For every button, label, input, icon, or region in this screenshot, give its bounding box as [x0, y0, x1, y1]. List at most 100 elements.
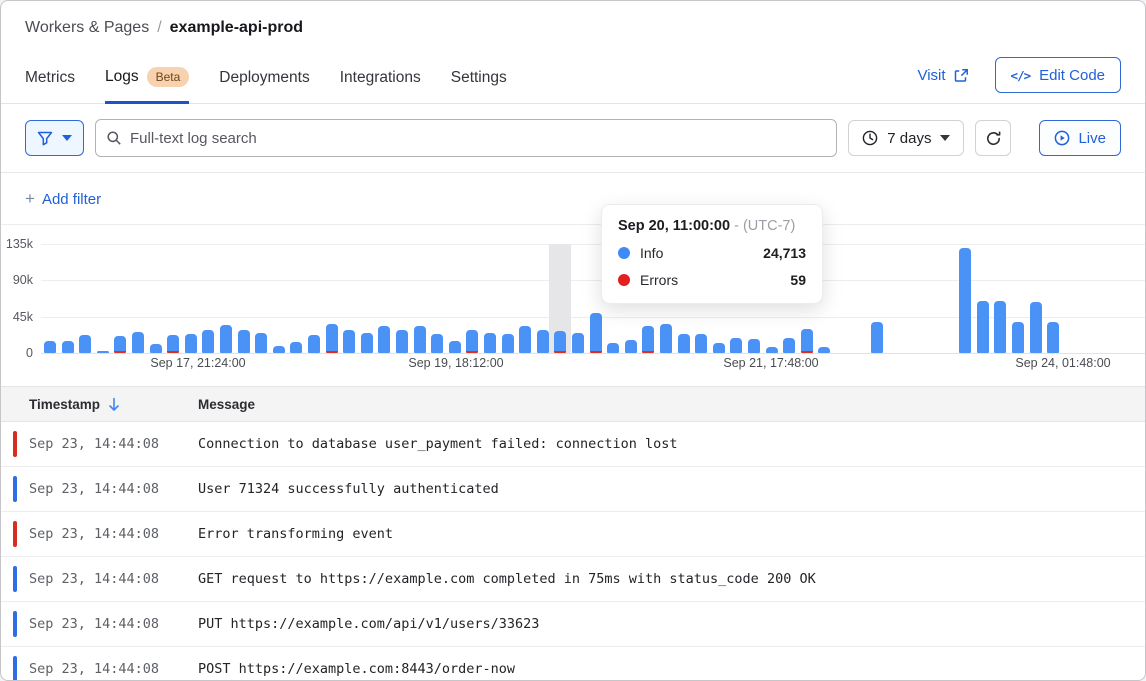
chart-bar[interactable]	[396, 330, 408, 353]
chart-bar[interactable]	[1030, 302, 1042, 353]
edit-code-button[interactable]: </> Edit Code	[995, 57, 1121, 93]
time-range-dropdown[interactable]: 7 days	[848, 120, 964, 156]
chevron-down-icon	[62, 135, 72, 141]
chart-bar[interactable]	[185, 334, 197, 353]
play-circle-icon	[1054, 130, 1070, 146]
chart-bar[interactable]	[730, 338, 742, 353]
chart-gridline	[41, 353, 1145, 354]
add-filter-button[interactable]: + Add filter	[1, 173, 1145, 225]
chart-bar[interactable]	[167, 335, 179, 353]
chart-bar[interactable]	[97, 351, 109, 353]
chart-bar[interactable]	[871, 322, 883, 353]
chart-bar[interactable]	[537, 330, 549, 353]
bar-error-segment	[590, 351, 602, 353]
chart-bar[interactable]	[801, 329, 813, 353]
chart-bar[interactable]	[308, 335, 320, 353]
bar-info-segment	[572, 333, 584, 353]
chart-bar[interactable]	[114, 336, 126, 353]
chart-bar[interactable]	[748, 339, 760, 353]
chart-bar[interactable]	[994, 301, 1006, 353]
chart-bar[interactable]	[79, 335, 91, 353]
tab-logs[interactable]: Logs Beta	[105, 61, 189, 104]
column-header-message[interactable]: Message	[198, 397, 255, 412]
chart-bar[interactable]	[431, 334, 443, 353]
chart-bar[interactable]	[361, 333, 373, 353]
tab-deployments[interactable]: Deployments	[219, 63, 309, 104]
log-row[interactable]: Sep 23, 14:44:08PUT https://example.com/…	[1, 602, 1145, 647]
bar-error-segment	[801, 351, 813, 353]
tooltip-timezone: - (UTC-7)	[734, 218, 795, 234]
chart-bar[interactable]	[378, 326, 390, 353]
column-header-timestamp[interactable]: Timestamp	[1, 397, 198, 412]
log-message: User 71324 successfully authenticated	[198, 481, 499, 497]
chart-bar[interactable]	[502, 334, 514, 353]
chart-tooltip: Sep 20, 11:00:00 - (UTC-7) Info 24,713 E…	[601, 204, 823, 304]
chart-bar[interactable]	[449, 341, 461, 353]
search-icon	[106, 130, 122, 146]
chart-bar[interactable]	[713, 343, 725, 353]
bar-info-segment	[273, 346, 285, 353]
tab-metrics[interactable]: Metrics	[25, 63, 75, 104]
tab-settings[interactable]: Settings	[451, 63, 507, 104]
chart-bar[interactable]	[343, 330, 355, 353]
chart-bar[interactable]	[466, 330, 478, 353]
visit-link[interactable]: Visit	[917, 67, 968, 84]
chart-bar[interactable]	[1012, 322, 1024, 353]
bar-info-segment	[44, 341, 56, 353]
chart-bar[interactable]	[290, 342, 302, 353]
tab-integrations[interactable]: Integrations	[340, 63, 421, 104]
chart-bar[interactable]	[959, 248, 971, 353]
info-severity-indicator	[13, 476, 17, 502]
chart-bar[interactable]	[766, 347, 778, 353]
chart-bar[interactable]	[255, 333, 267, 353]
chart-bar[interactable]	[1047, 322, 1059, 353]
log-row[interactable]: Sep 23, 14:44:08Connection to database u…	[1, 422, 1145, 467]
chart-bar[interactable]	[484, 333, 496, 353]
breadcrumb-section[interactable]: Workers & Pages	[25, 19, 149, 37]
chart-bar[interactable]	[414, 326, 426, 353]
log-row[interactable]: Sep 23, 14:44:08Error transforming event	[1, 512, 1145, 557]
chart-bar[interactable]	[660, 324, 672, 353]
bar-info-segment	[132, 332, 144, 353]
chart-bar[interactable]	[642, 326, 654, 353]
log-timestamp: Sep 23, 14:44:08	[1, 661, 198, 677]
refresh-button[interactable]	[975, 120, 1011, 156]
chart-bar[interactable]	[238, 330, 250, 353]
chart-bar[interactable]	[44, 341, 56, 353]
chart-bar[interactable]	[273, 346, 285, 353]
log-row[interactable]: Sep 23, 14:44:08GET request to https://e…	[1, 557, 1145, 602]
chart-bar[interactable]	[202, 330, 214, 353]
chart-bar[interactable]	[150, 344, 162, 353]
chart-bar[interactable]	[625, 340, 637, 353]
chart-bar[interactable]	[326, 324, 338, 353]
log-row[interactable]: Sep 23, 14:44:08User 71324 successfully …	[1, 467, 1145, 512]
bar-info-segment	[871, 322, 883, 353]
chart-bar[interactable]	[572, 333, 584, 353]
chart-bar[interactable]	[607, 343, 619, 353]
chart-bar[interactable]	[132, 332, 144, 353]
bar-info-segment	[449, 341, 461, 353]
bar-error-segment	[167, 351, 179, 353]
chart-bar[interactable]	[62, 341, 74, 353]
chart-bar[interactable]	[519, 326, 531, 353]
live-button[interactable]: Live	[1039, 120, 1121, 156]
filter-dropdown-button[interactable]	[25, 120, 84, 156]
tab-label: Settings	[451, 69, 507, 87]
chart-bar[interactable]	[818, 347, 830, 353]
chart-bar[interactable]	[977, 301, 989, 353]
search-input[interactable]	[95, 119, 837, 157]
chart-bar[interactable]	[695, 334, 707, 353]
tooltip-series-label: Errors	[640, 272, 678, 288]
bar-info-segment	[114, 336, 126, 351]
chart-bar[interactable]	[554, 331, 566, 353]
log-message: Connection to database user_payment fail…	[198, 436, 678, 452]
log-timestamp: Sep 23, 14:44:08	[1, 436, 198, 452]
bar-info-segment	[202, 330, 214, 353]
chart-bar[interactable]	[678, 334, 690, 353]
chart-bar[interactable]	[220, 325, 232, 353]
chart-bar[interactable]	[783, 338, 795, 353]
log-row[interactable]: Sep 23, 14:44:08POST https://example.com…	[1, 647, 1145, 681]
visit-label: Visit	[917, 67, 945, 84]
bar-info-segment	[625, 340, 637, 353]
chart-bar[interactable]	[590, 313, 602, 353]
